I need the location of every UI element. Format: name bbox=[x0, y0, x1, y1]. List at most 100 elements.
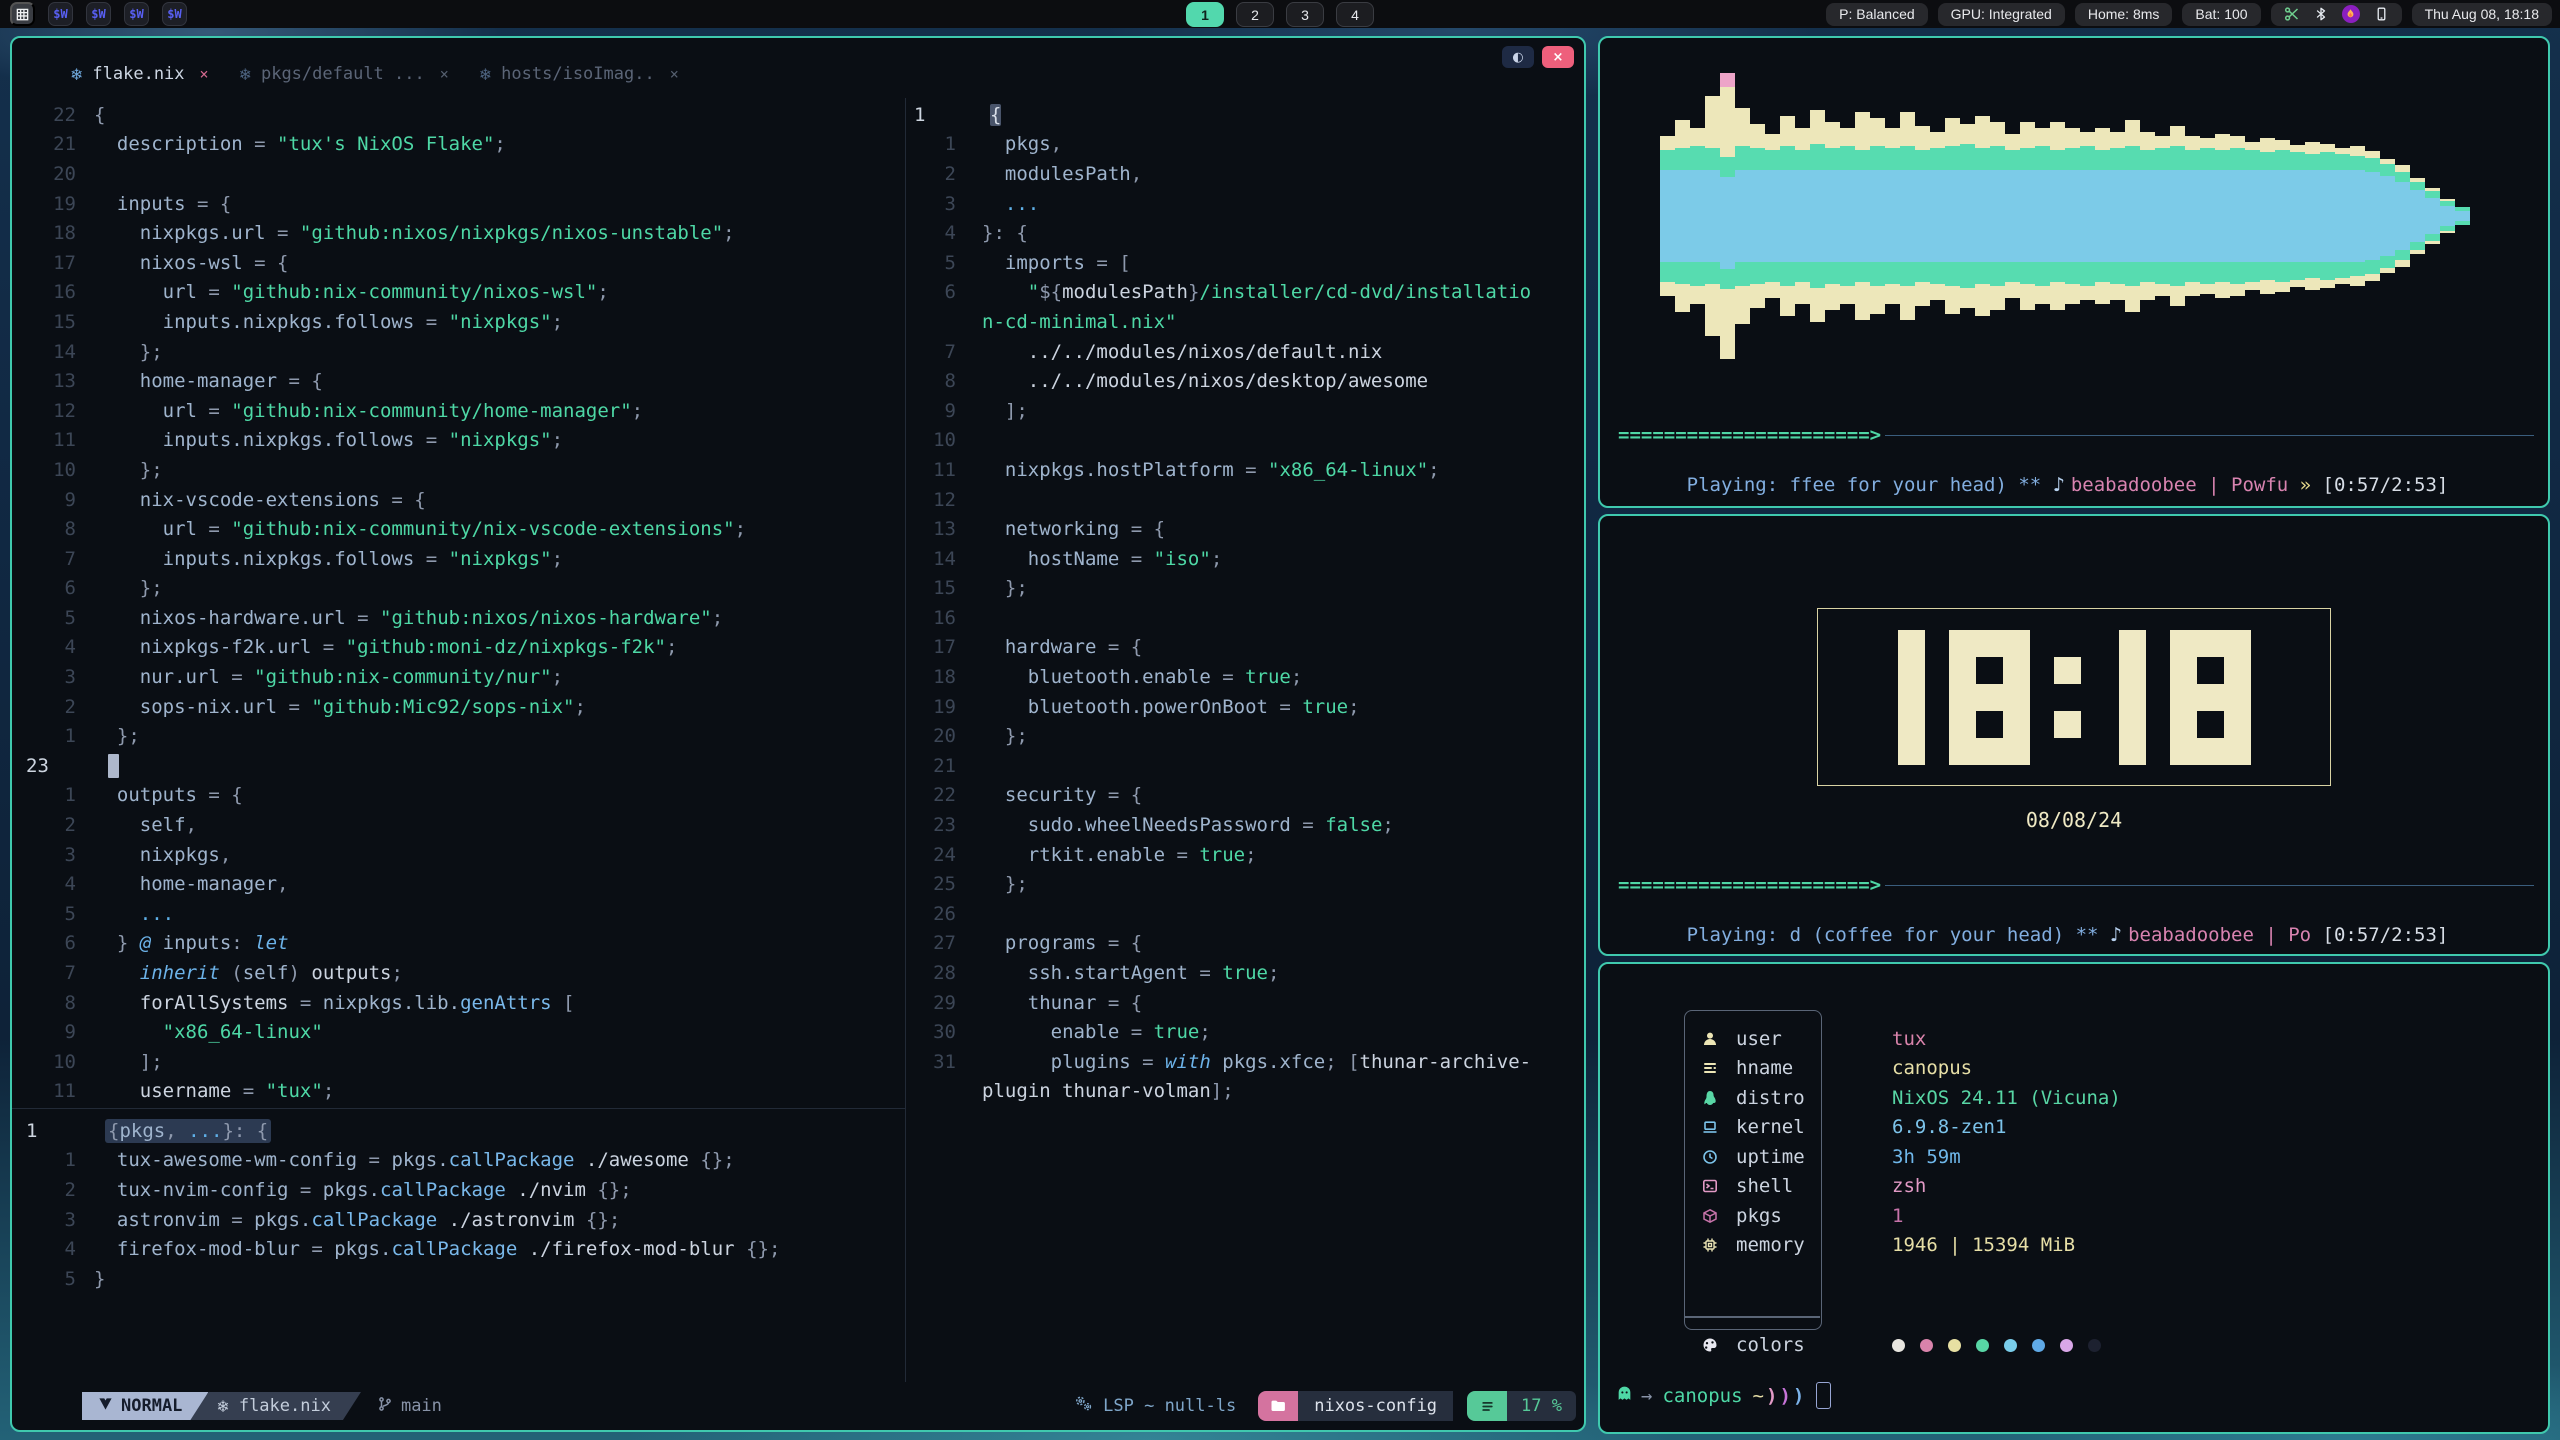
code-line[interactable]: 12 url = "github:nix-community/home-mana… bbox=[12, 396, 905, 426]
code-line[interactable]: 13 home-manager = { bbox=[12, 366, 905, 396]
tab-close-icon[interactable]: × bbox=[670, 65, 679, 83]
code-line[interactable]: 11 inputs.nixpkgs.follows = "nixpkgs"; bbox=[12, 426, 905, 456]
editor-tab[interactable]: ❄hosts/isoImag..× bbox=[479, 64, 679, 84]
code-line[interactable]: 4}: { bbox=[906, 218, 1580, 248]
code-line[interactable]: 4 home-manager, bbox=[12, 869, 905, 899]
code-line[interactable]: 26 bbox=[906, 899, 1580, 929]
code-line[interactable]: 4 nixpkgs-f2k.url = "github:moni-dz/nixp… bbox=[12, 633, 905, 663]
code-line[interactable]: 3 nixpkgs, bbox=[12, 840, 905, 870]
code-line[interactable]: 16 bbox=[906, 603, 1580, 633]
code-line[interactable]: 7 inherit (self) outputs; bbox=[12, 958, 905, 988]
shell-prompt[interactable]: → canopus ~ ))) bbox=[1616, 1382, 1831, 1409]
tab-close-icon[interactable]: × bbox=[440, 65, 449, 83]
code-line[interactable]: 1 outputs = { bbox=[12, 781, 905, 811]
code-line[interactable]: 5} bbox=[12, 1264, 905, 1294]
phone-icon[interactable] bbox=[2374, 6, 2389, 22]
code-line[interactable]: 25 }; bbox=[906, 869, 1580, 899]
code-line[interactable]: 1 tux-awesome-wm-config = pkgs.callPacka… bbox=[12, 1146, 905, 1176]
code-line[interactable]: 12 bbox=[906, 485, 1580, 515]
datetime-widget[interactable]: Thu Aug 08, 18:18 bbox=[2412, 3, 2552, 26]
code-line[interactable]: 22 security = { bbox=[906, 781, 1580, 811]
code-line[interactable]: 13 networking = { bbox=[906, 514, 1580, 544]
code-line[interactable]: 19 bluetooth.powerOnBoot = true; bbox=[906, 692, 1580, 722]
code-line[interactable]: 9 ]; bbox=[906, 396, 1580, 426]
window-close-button[interactable]: × bbox=[1542, 46, 1574, 68]
code-line[interactable]: 4 firefox-mod-blur = pkgs.callPackage ./… bbox=[12, 1234, 905, 1264]
code-line[interactable]: 7 inputs.nixpkgs.follows = "nixpkgs"; bbox=[12, 544, 905, 574]
code-line[interactable]: 9 nix-vscode-extensions = { bbox=[12, 485, 905, 515]
code-line[interactable]: 15 }; bbox=[906, 574, 1580, 604]
workspace-app-button[interactable]: $W bbox=[124, 2, 149, 26]
code-line[interactable]: 1 pkgs, bbox=[906, 130, 1580, 160]
code-line[interactable]: 1{ bbox=[906, 100, 1580, 130]
code-line[interactable]: 22{ bbox=[12, 100, 905, 130]
code-line[interactable]: 9 "x86_64-linux" bbox=[12, 1017, 905, 1047]
code-line[interactable]: 8 ../../modules/nixos/desktop/awesome bbox=[906, 366, 1580, 396]
code-line[interactable]: 21 description = "tux's NixOS Flake"; bbox=[12, 130, 905, 160]
code-line[interactable]: 18 nixpkgs.url = "github:nixos/nixpkgs/n… bbox=[12, 218, 905, 248]
code-line[interactable]: 15 inputs.nixpkgs.follows = "nixpkgs"; bbox=[12, 307, 905, 337]
code-line[interactable]: 23 sudo.wheelNeedsPassword = false; bbox=[906, 810, 1580, 840]
code-line[interactable]: 19 inputs = { bbox=[12, 189, 905, 219]
code-line[interactable]: 21 bbox=[906, 751, 1580, 781]
code-line[interactable]: 5 ... bbox=[12, 899, 905, 929]
workspace-tag-3[interactable]: 3 bbox=[1286, 2, 1324, 27]
code-line[interactable]: 30 enable = true; bbox=[906, 1017, 1580, 1047]
panel-toggle-button[interactable]: ◐ bbox=[1502, 46, 1534, 68]
editor-tab[interactable]: ❄pkgs/default ...× bbox=[239, 64, 449, 84]
code-line[interactable]: 6 }; bbox=[12, 574, 905, 604]
code-line[interactable]: 24 rtkit.enable = true; bbox=[906, 840, 1580, 870]
code-line[interactable]: 3 astronvim = pkgs.callPackage ./astronv… bbox=[12, 1205, 905, 1235]
workspace-tag-1[interactable]: 1 bbox=[1186, 2, 1224, 27]
code-line[interactable]: 18 bluetooth.enable = true; bbox=[906, 662, 1580, 692]
code-line[interactable]: 11 username = "tux"; bbox=[12, 1077, 905, 1107]
code-line[interactable]: 2 modulesPath, bbox=[906, 159, 1580, 189]
status-pill[interactable]: Bat: 100 bbox=[2182, 3, 2260, 26]
code-line[interactable]: 8 forAllSystems = nixpkgs.lib.genAttrs [ bbox=[12, 988, 905, 1018]
bluetooth-icon[interactable] bbox=[2314, 6, 2328, 22]
code-line[interactable]: 6 "${modulesPath}/installer/cd-dvd/insta… bbox=[906, 278, 1580, 308]
code-line[interactable]: 10 ]; bbox=[12, 1047, 905, 1077]
code-line[interactable]: 5 nixos-hardware.url = "github:nixos/nix… bbox=[12, 603, 905, 633]
workspace-tag-2[interactable]: 2 bbox=[1236, 2, 1274, 27]
flame-icon[interactable] bbox=[2342, 5, 2360, 23]
code-line[interactable]: 1{pkgs, ...}: { bbox=[12, 1116, 905, 1146]
code-line[interactable]: 14 }; bbox=[12, 337, 905, 367]
status-pill[interactable]: Home: 8ms bbox=[2075, 3, 2173, 26]
code-line[interactable]: 3 ... bbox=[906, 189, 1580, 219]
code-line[interactable]: 20 bbox=[12, 159, 905, 189]
scissors-icon[interactable] bbox=[2284, 6, 2300, 22]
code-pane-flake[interactable]: 22{21 description = "tux's NixOS Flake";… bbox=[12, 100, 905, 1106]
code-line[interactable]: 17 hardware = { bbox=[906, 633, 1580, 663]
code-line[interactable]: 5 imports = [ bbox=[906, 248, 1580, 278]
code-line[interactable]: plugin thunar-volman]; bbox=[906, 1077, 1580, 1107]
code-line[interactable]: 11 nixpkgs.hostPlatform = "x86_64-linux"… bbox=[906, 455, 1580, 485]
code-line[interactable]: 16 url = "github:nix-community/nixos-wsl… bbox=[12, 278, 905, 308]
code-line[interactable]: 2 self, bbox=[12, 810, 905, 840]
code-line[interactable]: 20 }; bbox=[906, 721, 1580, 751]
code-line[interactable]: 2 tux-nvim-config = pkgs.callPackage ./n… bbox=[12, 1175, 905, 1205]
code-line[interactable]: 17 nixos-wsl = { bbox=[12, 248, 905, 278]
workspace-app-button[interactable]: $W bbox=[162, 2, 187, 26]
horizontal-split-divider[interactable] bbox=[12, 1108, 905, 1109]
code-line[interactable]: 14 hostName = "iso"; bbox=[906, 544, 1580, 574]
editor-tab[interactable]: ❄flake.nix× bbox=[70, 64, 209, 84]
workspace-app-button[interactable]: $W bbox=[86, 2, 111, 26]
code-line[interactable]: 10 }; bbox=[12, 455, 905, 485]
status-pill[interactable]: GPU: Integrated bbox=[1938, 3, 2065, 26]
code-line[interactable]: 10 bbox=[906, 426, 1580, 456]
code-line[interactable]: 1 }; bbox=[12, 721, 905, 751]
code-line[interactable]: n-cd-minimal.nix" bbox=[906, 307, 1580, 337]
code-line[interactable]: 29 thunar = { bbox=[906, 988, 1580, 1018]
code-pane-iso-image[interactable]: 1{1 pkgs,2 modulesPath,3 ...4}: {5 impor… bbox=[906, 100, 1580, 1106]
status-pill[interactable]: P: Balanced bbox=[1826, 3, 1928, 26]
code-line[interactable]: 28 ssh.startAgent = true; bbox=[906, 958, 1580, 988]
code-line[interactable]: 2 sops-nix.url = "github:Mic92/sops-nix"… bbox=[12, 692, 905, 722]
workspace-tag-4[interactable]: 4 bbox=[1336, 2, 1374, 27]
app-launcher-button[interactable] bbox=[10, 2, 35, 26]
workspace-app-button[interactable]: $W bbox=[48, 2, 73, 26]
code-line[interactable]: 8 url = "github:nix-community/nix-vscode… bbox=[12, 514, 905, 544]
tab-close-icon[interactable]: × bbox=[200, 65, 209, 83]
code-line[interactable]: 6 } @ inputs: let bbox=[12, 929, 905, 959]
code-line[interactable]: 23 bbox=[12, 751, 905, 781]
